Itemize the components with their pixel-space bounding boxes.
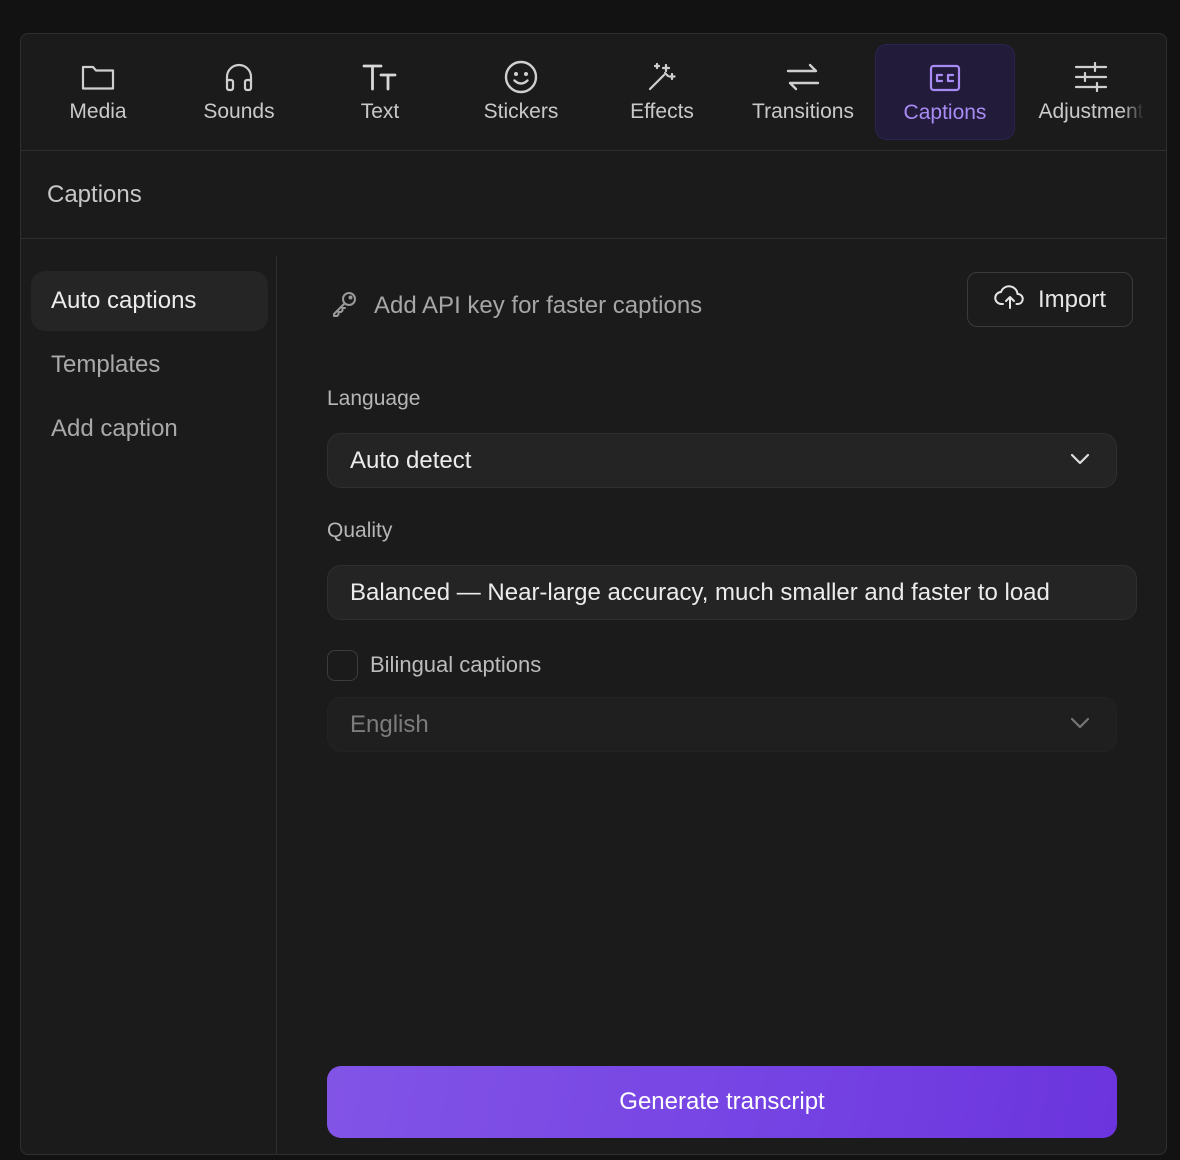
tab-transitions[interactable]: Transitions: [733, 44, 873, 140]
headphones-icon: [222, 60, 256, 94]
tab-text[interactable]: Text: [310, 44, 450, 140]
cloud-upload-icon: [994, 283, 1026, 316]
magic-wand-icon: [644, 60, 680, 94]
folder-icon: [80, 60, 116, 94]
section-header: Captions: [21, 151, 1166, 239]
second-language-select[interactable]: English: [327, 697, 1117, 752]
tab-effects[interactable]: Effects: [592, 44, 732, 140]
tab-transitions-label: Transitions: [752, 100, 854, 123]
captions-subnav: Auto captions Templates Add caption: [21, 256, 277, 1154]
add-api-key-text: Add API key for faster captions: [374, 292, 703, 319]
section-title: Captions: [47, 181, 142, 208]
import-button[interactable]: Import: [967, 272, 1133, 327]
add-api-key-link[interactable]: Add API key for faster captions: [330, 286, 702, 326]
tab-sounds-label: Sounds: [203, 100, 275, 123]
generate-transcript-label: Generate transcript: [619, 1088, 825, 1115]
chevron-down-icon: [1070, 716, 1090, 735]
generate-transcript-button[interactable]: Generate transcript: [327, 1066, 1117, 1138]
sliders-icon: [1073, 60, 1109, 94]
tab-sounds[interactable]: Sounds: [169, 44, 309, 140]
language-select[interactable]: Auto detect: [327, 433, 1117, 488]
quality-value: Balanced — Near-large accuracy, much sma…: [350, 578, 1050, 606]
quality-label: Quality: [327, 519, 393, 542]
bilingual-captions-toggle[interactable]: Bilingual captions: [327, 649, 541, 681]
language-label: Language: [327, 387, 421, 410]
subnav-item-templates[interactable]: Templates: [31, 335, 268, 395]
closed-captions-icon: [928, 61, 962, 95]
tab-bar: Media Sounds Text Stickers Effects Trans…: [21, 34, 1166, 151]
tab-stickers-label: Stickers: [483, 100, 559, 123]
tab-effects-label: Effects: [630, 100, 694, 123]
tab-stickers[interactable]: Stickers: [451, 44, 591, 140]
subnav-item-add-caption[interactable]: Add caption: [31, 399, 268, 459]
import-button-label: Import: [1037, 285, 1106, 313]
bilingual-captions-label: Bilingual captions: [370, 652, 542, 677]
tab-text-label: Text: [360, 100, 400, 123]
quality-select[interactable]: Balanced — Near-large accuracy, much sma…: [327, 565, 1137, 620]
tab-adjustment[interactable]: Adjustment: [1016, 44, 1166, 140]
tab-captions-label: Captions: [903, 101, 987, 124]
subnav-item-label: Templates: [51, 351, 161, 378]
tab-captions[interactable]: Captions: [875, 44, 1015, 140]
chevron-down-icon: [1070, 452, 1090, 471]
tab-media[interactable]: Media: [28, 44, 168, 140]
tab-media-label: Media: [69, 100, 127, 123]
subnav-item-label: Auto captions: [51, 287, 197, 314]
auto-captions-content: Add API key for faster captions Import L…: [278, 256, 1166, 1154]
text-icon: [361, 60, 399, 94]
smiley-icon: [503, 60, 539, 94]
arrows-swap-icon: [784, 60, 822, 94]
bilingual-checkbox[interactable]: [327, 649, 358, 681]
subnav-item-label: Add caption: [51, 415, 178, 442]
second-language-value: English: [350, 710, 429, 738]
tab-adjustment-label: Adjustment: [1038, 100, 1144, 123]
subnav-item-auto-captions[interactable]: Auto captions: [31, 271, 268, 331]
editor-panel: Media Sounds Text Stickers Effects Trans…: [20, 33, 1167, 1155]
language-value: Auto detect: [350, 446, 472, 474]
key-icon: [330, 289, 360, 324]
